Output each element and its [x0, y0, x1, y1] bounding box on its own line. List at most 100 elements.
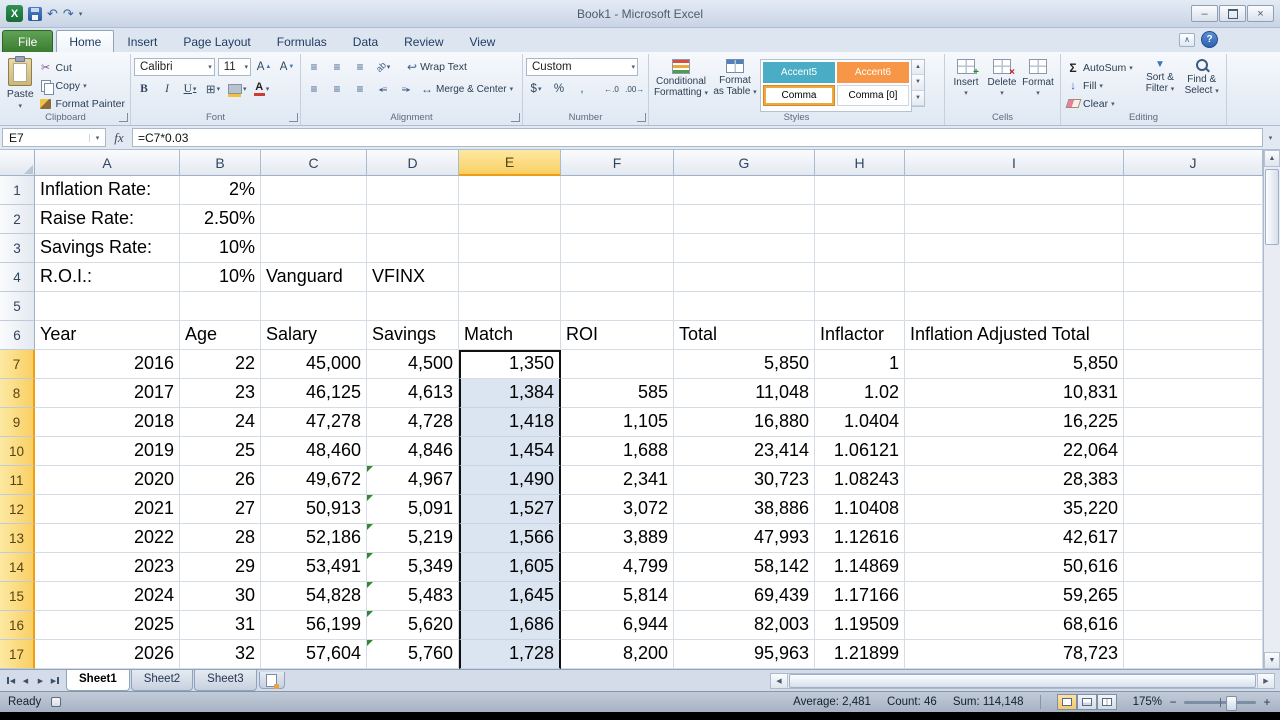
gallery-down-icon[interactable]: ▼ — [912, 75, 924, 90]
cell-C8[interactable]: 46,125 — [261, 379, 367, 408]
cell-D12[interactable]: 5,091 — [367, 495, 459, 524]
cell-E3[interactable] — [459, 234, 561, 263]
cell-F3[interactable] — [561, 234, 674, 263]
row-header-10[interactable]: 10 — [0, 437, 35, 466]
ribbon-tab-formulas[interactable]: Formulas — [264, 30, 340, 52]
cell-A15[interactable]: 2024 — [35, 582, 180, 611]
fill-button[interactable]: ↓Fill▾ — [1064, 77, 1140, 94]
cell-J8[interactable] — [1124, 379, 1263, 408]
format-painter-button[interactable]: Format Painter — [37, 95, 127, 112]
font-size-select[interactable]: 11▾ — [218, 58, 251, 76]
cell-A11[interactable]: 2020 — [35, 466, 180, 495]
cell-I5[interactable] — [905, 292, 1124, 321]
cell-A10[interactable]: 2019 — [35, 437, 180, 466]
row-header-2[interactable]: 2 — [0, 205, 35, 234]
cell-D13[interactable]: 5,219 — [367, 524, 459, 553]
cell-A14[interactable]: 2023 — [35, 553, 180, 582]
redo-icon[interactable]: ↷ — [63, 7, 74, 20]
cell-D16[interactable]: 5,620 — [367, 611, 459, 640]
cell-F16[interactable]: 6,944 — [561, 611, 674, 640]
last-sheet-button[interactable]: ▶ — [48, 673, 63, 689]
formula-input[interactable]: =C7*0.03 — [132, 128, 1263, 147]
cell-F9[interactable]: 1,105 — [561, 408, 674, 437]
cell-G2[interactable] — [674, 205, 815, 234]
format-as-table-button[interactable]: Format as Table ▾ — [710, 56, 760, 112]
cell-A4[interactable]: R.O.I.: — [35, 263, 180, 292]
first-sheet-button[interactable]: ◀ — [3, 673, 18, 689]
column-header-J[interactable]: J — [1124, 150, 1263, 176]
cell-F13[interactable]: 3,889 — [561, 524, 674, 553]
column-header-B[interactable]: B — [180, 150, 261, 176]
cell-E4[interactable] — [459, 263, 561, 292]
column-header-H[interactable]: H — [815, 150, 905, 176]
cell-E13[interactable]: 1,566 — [459, 524, 561, 553]
cell-H17[interactable]: 1.21899 — [815, 640, 905, 669]
cell-style-accent6[interactable]: Accent6 — [837, 62, 909, 83]
find-select-button[interactable]: Find & Select ▾ — [1180, 56, 1223, 112]
ribbon-tab-page-layout[interactable]: Page Layout — [170, 30, 263, 52]
row-header-3[interactable]: 3 — [0, 234, 35, 263]
cell-C5[interactable] — [261, 292, 367, 321]
cell-J1[interactable] — [1124, 176, 1263, 205]
underline-button[interactable]: U▾ — [180, 80, 200, 98]
row-header-5[interactable]: 5 — [0, 292, 35, 321]
cell-B7[interactable]: 22 — [180, 350, 261, 379]
cell-A17[interactable]: 2026 — [35, 640, 180, 669]
sheet-tab-sheet3[interactable]: Sheet3 — [194, 670, 256, 691]
cell-B4[interactable]: 10% — [180, 263, 261, 292]
scroll-right-icon[interactable]: ▶ — [1257, 674, 1274, 688]
cell-H13[interactable]: 1.12616 — [815, 524, 905, 553]
cell-B11[interactable]: 26 — [180, 466, 261, 495]
cell-I1[interactable] — [905, 176, 1124, 205]
zoom-out-button[interactable]: − — [1168, 695, 1178, 709]
cell-J13[interactable] — [1124, 524, 1263, 553]
insert-cells-button[interactable]: + Insert ▾ — [948, 56, 984, 112]
cell-C14[interactable]: 53,491 — [261, 553, 367, 582]
alignment-dialog-launcher-icon[interactable] — [511, 113, 520, 122]
cell-C6[interactable]: Salary — [261, 321, 367, 350]
cell-D1[interactable] — [367, 176, 459, 205]
macro-record-icon[interactable] — [51, 697, 61, 707]
wrap-text-button[interactable]: ↩Wrap Text — [405, 59, 469, 76]
zoom-slider[interactable] — [1184, 701, 1256, 704]
cell-C15[interactable]: 54,828 — [261, 582, 367, 611]
font-color-button[interactable]: A▾ — [252, 80, 272, 98]
number-format-select[interactable]: Custom▾ — [526, 58, 638, 76]
cell-F17[interactable]: 8,200 — [561, 640, 674, 669]
vertical-scrollbar[interactable]: ▲ ▼ — [1263, 150, 1280, 669]
conditional-formatting-button[interactable]: Conditional Formatting ▾ — [652, 56, 710, 112]
cell-H5[interactable] — [815, 292, 905, 321]
previous-sheet-button[interactable]: ◀ — [18, 673, 33, 689]
decrease-decimal-button[interactable]: .00→ — [624, 80, 645, 98]
cell-I8[interactable]: 10,831 — [905, 379, 1124, 408]
name-box[interactable]: E7▾ — [2, 128, 106, 147]
cell-G1[interactable] — [674, 176, 815, 205]
cell-E6[interactable]: Match — [459, 321, 561, 350]
align-left-button[interactable]: ≡ — [304, 80, 324, 98]
cell-A6[interactable]: Year — [35, 321, 180, 350]
font-name-select[interactable]: Calibri▾ — [134, 58, 215, 76]
cell-E10[interactable]: 1,454 — [459, 437, 561, 466]
cell-H14[interactable]: 1.14869 — [815, 553, 905, 582]
select-all-button[interactable] — [0, 150, 35, 176]
cell-H10[interactable]: 1.06121 — [815, 437, 905, 466]
sort-filter-button[interactable]: ▼ Sort & Filter ▾ — [1140, 56, 1181, 112]
cell-I12[interactable]: 35,220 — [905, 495, 1124, 524]
cell-J6[interactable] — [1124, 321, 1263, 350]
cell-H9[interactable]: 1.0404 — [815, 408, 905, 437]
next-sheet-button[interactable]: ▶ — [33, 673, 48, 689]
cell-F1[interactable] — [561, 176, 674, 205]
number-dialog-launcher-icon[interactable] — [637, 113, 646, 122]
row-header-15[interactable]: 15 — [0, 582, 35, 611]
cell-E9[interactable]: 1,418 — [459, 408, 561, 437]
cell-H8[interactable]: 1.02 — [815, 379, 905, 408]
cell-E1[interactable] — [459, 176, 561, 205]
cell-C10[interactable]: 48,460 — [261, 437, 367, 466]
cell-style-comma[interactable]: Comma — [763, 85, 835, 106]
cell-G4[interactable] — [674, 263, 815, 292]
cell-D5[interactable] — [367, 292, 459, 321]
cell-B10[interactable]: 25 — [180, 437, 261, 466]
cell-B12[interactable]: 27 — [180, 495, 261, 524]
qat-customize-icon[interactable]: ▾ — [79, 10, 83, 18]
cell-G10[interactable]: 23,414 — [674, 437, 815, 466]
